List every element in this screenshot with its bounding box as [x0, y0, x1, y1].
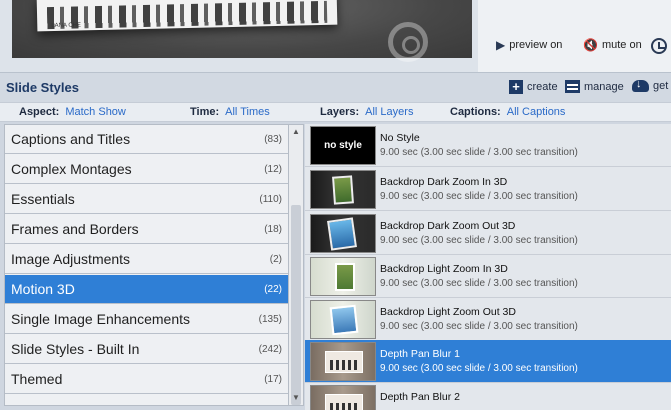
category-count: (2) — [269, 254, 282, 265]
aspect-dropdown[interactable]: Match Show — [65, 106, 126, 118]
category-item[interactable]: Essentials (110) — [5, 185, 288, 214]
manage-label: manage — [584, 80, 624, 93]
scroll-down-icon[interactable]: ▼ — [292, 393, 300, 402]
category-name: Single Image Enhancements — [11, 311, 190, 327]
style-name: Depth Pan Blur 2 — [380, 391, 460, 403]
style-item[interactable]: Backdrop Light Zoom In 3D 9.00 sec (3.00… — [305, 255, 671, 298]
style-name: No Style — [380, 132, 420, 144]
filter-bar: Aspect: Match Show Time: All Times Layers:… — [0, 102, 671, 122]
scrollbar-thumb[interactable] — [291, 205, 301, 405]
style-item-selected[interactable]: Depth Pan Blur 1 9.00 sec (3.00 sec slid… — [305, 340, 671, 383]
time-filter: Time: All Times — [190, 106, 270, 118]
style-duration: 9.00 sec (3.00 sec slide / 3.00 sec tran… — [380, 278, 578, 289]
category-item[interactable]: Captions and Titles (83) — [5, 125, 288, 154]
layers-dropdown[interactable]: All Layers — [365, 106, 413, 118]
list-icon — [565, 80, 580, 93]
preview-toggle[interactable]: ▶ preview on — [496, 38, 562, 52]
style-list: no style No Style 9.00 sec (3.00 sec sli… — [305, 124, 671, 410]
category-item[interactable]: Frames and Borders (18) — [5, 215, 288, 244]
category-count: (110) — [259, 194, 282, 205]
style-thumbnail — [310, 300, 376, 339]
style-thumbnail — [310, 385, 376, 410]
preview-controls-panel — [478, 0, 671, 72]
page-title: Slide Styles — [6, 80, 79, 95]
style-item[interactable]: Backdrop Dark Zoom Out 3D 9.00 sec (3.00… — [305, 212, 671, 255]
aspect-label: Aspect: — [19, 106, 60, 118]
category-item[interactable]: Themed (17) — [5, 365, 288, 394]
category-list: Captions and Titles (83) Complex Montage… — [4, 124, 289, 406]
style-duration: 9.00 sec (3.00 sec slide / 3.00 sec tran… — [380, 321, 578, 332]
time-dropdown[interactable]: All Times — [225, 106, 270, 118]
style-duration: 9.00 sec (3.00 sec slide / 3.00 sec tran… — [380, 235, 578, 246]
category-count: (135) — [258, 314, 282, 325]
style-name: Backdrop Dark Zoom In 3D — [380, 176, 508, 188]
style-item[interactable]: Backdrop Light Zoom Out 3D 9.00 sec (3.0… — [305, 298, 671, 341]
create-label: create — [527, 81, 558, 93]
get-button[interactable]: get — [632, 78, 669, 92]
category-item[interactable]: Image Adjustments (2) — [5, 245, 288, 274]
style-thumbnail: no style — [310, 126, 376, 165]
category-name: Captions and Titles — [11, 131, 131, 147]
style-thumbnail — [310, 342, 376, 381]
mute-toggle[interactable]: 🔇 mute on — [583, 38, 642, 52]
time-label: Time: — [190, 106, 220, 118]
category-name: Complex Montages — [11, 161, 132, 177]
create-button[interactable]: + create — [509, 80, 558, 94]
manage-button[interactable]: manage — [565, 80, 624, 93]
preview-photo: LANA CHE — [36, 0, 338, 32]
style-duration: 9.00 sec (3.00 sec slide / 3.00 sec tran… — [380, 147, 578, 158]
category-item[interactable]: Complex Montages (12) — [5, 155, 288, 184]
captions-dropdown[interactable]: All Captions — [507, 106, 566, 118]
category-count: (242) — [258, 344, 282, 355]
plus-icon: + — [509, 80, 523, 94]
category-name: Image Adjustments — [11, 251, 131, 267]
clock-icon[interactable] — [651, 38, 667, 54]
category-scrollbar[interactable]: ▲ ▼ — [289, 124, 304, 406]
mute-icon: 🔇 — [583, 38, 598, 52]
scroll-up-icon[interactable]: ▲ — [292, 127, 300, 136]
mute-label: mute on — [601, 39, 642, 51]
no-style-thumb-text: no style — [311, 127, 375, 164]
layers-filter: Layers: All Layers — [320, 106, 413, 118]
category-count: (22) — [264, 284, 282, 295]
category-name: Frames and Borders — [11, 221, 139, 237]
category-name: Slide Styles - Built In — [11, 341, 140, 357]
photo-caption: LANA CHE — [51, 22, 82, 30]
get-label: get — [653, 80, 669, 92]
captions-label: Captions: — [450, 106, 501, 118]
watermark-logo-icon — [388, 22, 428, 62]
play-icon: ▶ — [496, 38, 506, 52]
cloud-download-icon — [632, 78, 649, 92]
category-item[interactable]: Single Image Enhancements (135) — [5, 305, 288, 334]
layers-label: Layers: — [320, 106, 360, 118]
style-duration: 9.00 sec (3.00 sec slide / 3.00 sec tran… — [380, 191, 578, 202]
category-name: Motion 3D — [11, 281, 75, 297]
style-item[interactable]: Depth Pan Blur 2 — [305, 383, 671, 410]
category-item[interactable]: Slide Styles - Built In (242) — [5, 335, 288, 364]
style-item[interactable]: no style No Style 9.00 sec (3.00 sec sli… — [305, 124, 671, 167]
style-thumbnail — [310, 170, 376, 209]
style-name: Backdrop Light Zoom In 3D — [380, 263, 508, 275]
captions-filter: Captions: All Captions — [450, 106, 565, 118]
preview-area: LANA CHE ▶ preview on 🔇 mute on — [0, 0, 671, 72]
photo-people — [46, 0, 328, 30]
category-count: (18) — [264, 224, 282, 235]
category-count: (12) — [264, 164, 282, 175]
style-item[interactable]: Backdrop Dark Zoom In 3D 9.00 sec (3.00 … — [305, 168, 671, 211]
style-name: Backdrop Dark Zoom Out 3D — [380, 220, 516, 232]
slide-styles-header: Slide Styles + create manage get — [0, 72, 671, 102]
category-name: Themed — [11, 371, 63, 387]
aspect-filter: Aspect: Match Show — [19, 106, 126, 118]
category-name: Essentials — [11, 191, 75, 207]
category-count: (83) — [264, 134, 282, 145]
style-thumbnail — [310, 257, 376, 296]
preview-label: preview on — [509, 39, 563, 51]
category-count: (17) — [264, 374, 282, 385]
style-name: Backdrop Light Zoom Out 3D — [380, 306, 516, 318]
category-item-selected[interactable]: Motion 3D (22) — [5, 275, 288, 304]
style-duration: 9.00 sec (3.00 sec slide / 3.00 sec tran… — [380, 363, 578, 374]
style-thumbnail — [310, 214, 376, 253]
style-name: Depth Pan Blur 1 — [380, 348, 460, 360]
